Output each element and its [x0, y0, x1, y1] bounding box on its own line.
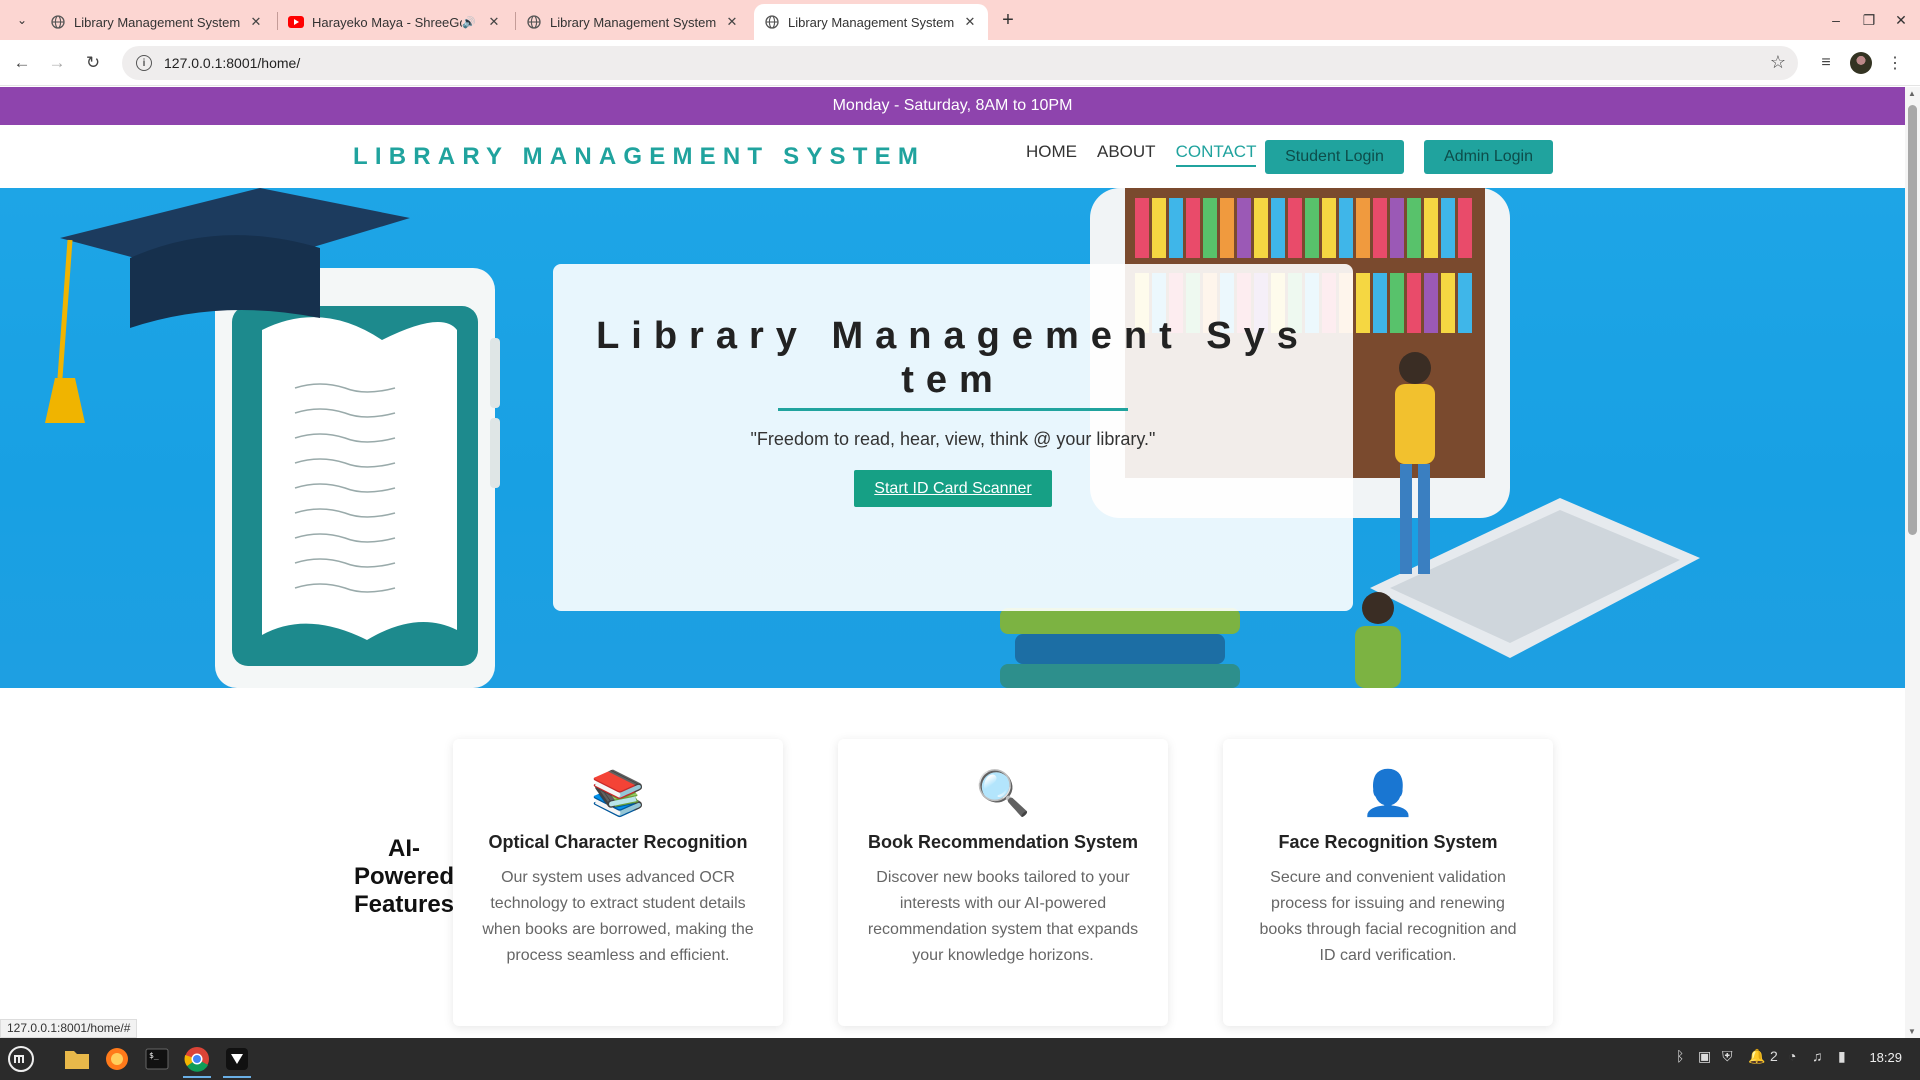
- taskbar-clock[interactable]: 18:29: [1869, 1050, 1902, 1065]
- avatar: [1850, 52, 1872, 74]
- globe-icon: [764, 14, 780, 30]
- terminal-icon[interactable]: $_: [140, 1042, 174, 1076]
- scroll-up-arrow-icon[interactable]: ▲: [1908, 89, 1916, 98]
- feature-title: Book Recommendation System: [867, 832, 1139, 852]
- tab-title: Library Management System: [550, 14, 717, 30]
- new-tab-button[interactable]: +: [996, 8, 1020, 32]
- music-note-icon[interactable]: ♫: [1812, 1048, 1823, 1064]
- link-status-bubble: 127.0.0.1:8001/home/#: [0, 1019, 138, 1038]
- scroll-down-arrow-icon[interactable]: ▼: [1908, 1027, 1916, 1036]
- site-nav: HOME ABOUT CONTACT: [1026, 142, 1257, 167]
- browser-tab-3[interactable]: Library Management System ✕: [516, 4, 750, 40]
- bluetooth-icon[interactable]: ᛒ: [1676, 1048, 1684, 1064]
- hero-card: Library Management System "Freedom to re…: [553, 264, 1353, 611]
- close-icon[interactable]: ✕: [486, 14, 502, 30]
- page-viewport: Monday - Saturday, 8AM to 10PM LIBRARY M…: [0, 87, 1905, 1038]
- close-window-icon[interactable]: ✕: [1889, 8, 1913, 32]
- chrome-icon[interactable]: [180, 1042, 214, 1078]
- books-icon: 📚: [590, 769, 646, 818]
- scrollbar-thumb[interactable]: [1908, 105, 1917, 535]
- close-icon[interactable]: ✕: [724, 14, 740, 30]
- nav-home-link[interactable]: HOME: [1026, 142, 1077, 167]
- hero-divider: [778, 408, 1128, 411]
- mint-menu-icon[interactable]: [4, 1042, 38, 1076]
- back-arrow-icon[interactable]: ←: [7, 48, 37, 78]
- hours-banner: Monday - Saturday, 8AM to 10PM: [0, 87, 1905, 125]
- tab-title: Library Management System: [788, 14, 955, 30]
- tab-search-icon[interactable]: ⌄: [10, 8, 34, 32]
- student-login-button[interactable]: Student Login: [1265, 140, 1404, 174]
- browser-tab-bar: ⌄ Library Management System ✕ Harayeko M…: [0, 0, 1920, 40]
- media-controls-icon[interactable]: ≡: [1811, 48, 1841, 78]
- browser-tab-4-active[interactable]: Library Management System ✕: [754, 4, 988, 40]
- notification-bell-icon[interactable]: 🔔: [1748, 1048, 1765, 1065]
- tab-title: Harayeko Maya - ShreeGo: [312, 14, 463, 30]
- feature-title: Face Recognition System: [1278, 832, 1498, 852]
- youtube-icon: [288, 14, 304, 30]
- user-icon: 👤: [1360, 769, 1416, 818]
- hero-quote: "Freedom to read, hear, view, think @ yo…: [750, 429, 1156, 449]
- address-bar[interactable]: i 127.0.0.1:8001/home/ ☆: [122, 46, 1798, 80]
- address-url: 127.0.0.1:8001/home/: [164, 55, 301, 71]
- site-header: LIBRARY MANAGEMENT SYSTEM HOME ABOUT CON…: [0, 125, 1905, 188]
- forward-arrow-icon[interactable]: →: [42, 48, 72, 78]
- firefox-icon[interactable]: [100, 1042, 134, 1076]
- browser-menu-icon[interactable]: ⋮: [1880, 48, 1910, 78]
- shield-icon[interactable]: ⛨: [1722, 1048, 1733, 1065]
- svg-text:$_: $_: [149, 1051, 159, 1060]
- globe-icon: [50, 14, 66, 30]
- nav-contact-link[interactable]: CONTACT: [1175, 142, 1257, 167]
- tab-title: Library Management System: [74, 14, 241, 30]
- admin-login-button[interactable]: Admin Login: [1424, 140, 1553, 174]
- globe-icon: [526, 14, 542, 30]
- reload-icon[interactable]: ↻: [78, 48, 108, 78]
- feature-card-ocr: 📚 Optical Character Recognition Our syst…: [453, 739, 783, 1026]
- feature-card-recommendation: 🔍 Book Recommendation System Discover ne…: [838, 739, 1168, 1026]
- page-scrollbar[interactable]: ▲ ▼: [1905, 87, 1920, 1038]
- close-icon[interactable]: ✕: [248, 14, 264, 30]
- wifi-icon[interactable]: ◔: [1788, 1048, 1796, 1064]
- battery-icon[interactable]: ▮: [1838, 1048, 1846, 1065]
- hero-section: Library Management System "Freedom to re…: [0, 188, 1905, 688]
- bookmark-star-icon[interactable]: ☆: [1770, 52, 1786, 73]
- profile-avatar[interactable]: [1846, 48, 1876, 78]
- feature-title: Optical Character Recognition: [488, 832, 748, 852]
- feature-description: Discover new books tailored to your inte…: [867, 869, 1139, 964]
- feature-description: Our system uses advanced OCR technology …: [482, 869, 754, 964]
- browser-tab-2[interactable]: Harayeko Maya - ShreeGo 🔊 ✕: [278, 4, 512, 40]
- restore-icon[interactable]: ❐: [1857, 8, 1881, 32]
- site-logo[interactable]: LIBRARY MANAGEMENT SYSTEM: [353, 143, 925, 171]
- features-heading: AI-Powered Features: [353, 835, 455, 918]
- feature-card-face-recognition: 👤 Face Recognition System Secure and con…: [1223, 739, 1553, 1026]
- browser-tab-1[interactable]: Library Management System ✕: [40, 4, 274, 40]
- nav-about-link[interactable]: ABOUT: [1097, 142, 1156, 167]
- magnifier-icon: 🔍: [975, 769, 1031, 818]
- notification-count: 2: [1770, 1048, 1778, 1064]
- hero-title: Library Management System: [596, 315, 1310, 401]
- features-section: AI-Powered Features 📚 Optical Character …: [0, 688, 1905, 1038]
- code-editor-icon[interactable]: [220, 1042, 254, 1078]
- minimize-icon[interactable]: –: [1824, 8, 1848, 32]
- browser-toolbar: ← → ↻ i 127.0.0.1:8001/home/ ☆ ≡ ⋮: [0, 40, 1920, 86]
- os-taskbar: $_ ᛒ ▣ ⛨ 🔔 2 ◔ ♫ ▮ 18:29: [0, 1038, 1920, 1080]
- feature-description: Secure and convenient validation process…: [1259, 869, 1517, 964]
- speaker-icon[interactable]: 🔊: [462, 16, 476, 29]
- close-icon[interactable]: ✕: [962, 14, 978, 30]
- site-info-icon[interactable]: i: [136, 55, 152, 71]
- start-id-card-scanner-button[interactable]: Start ID Card Scanner: [854, 470, 1052, 507]
- clipboard-icon[interactable]: ▣: [1698, 1048, 1711, 1065]
- files-folder-icon[interactable]: [60, 1042, 94, 1076]
